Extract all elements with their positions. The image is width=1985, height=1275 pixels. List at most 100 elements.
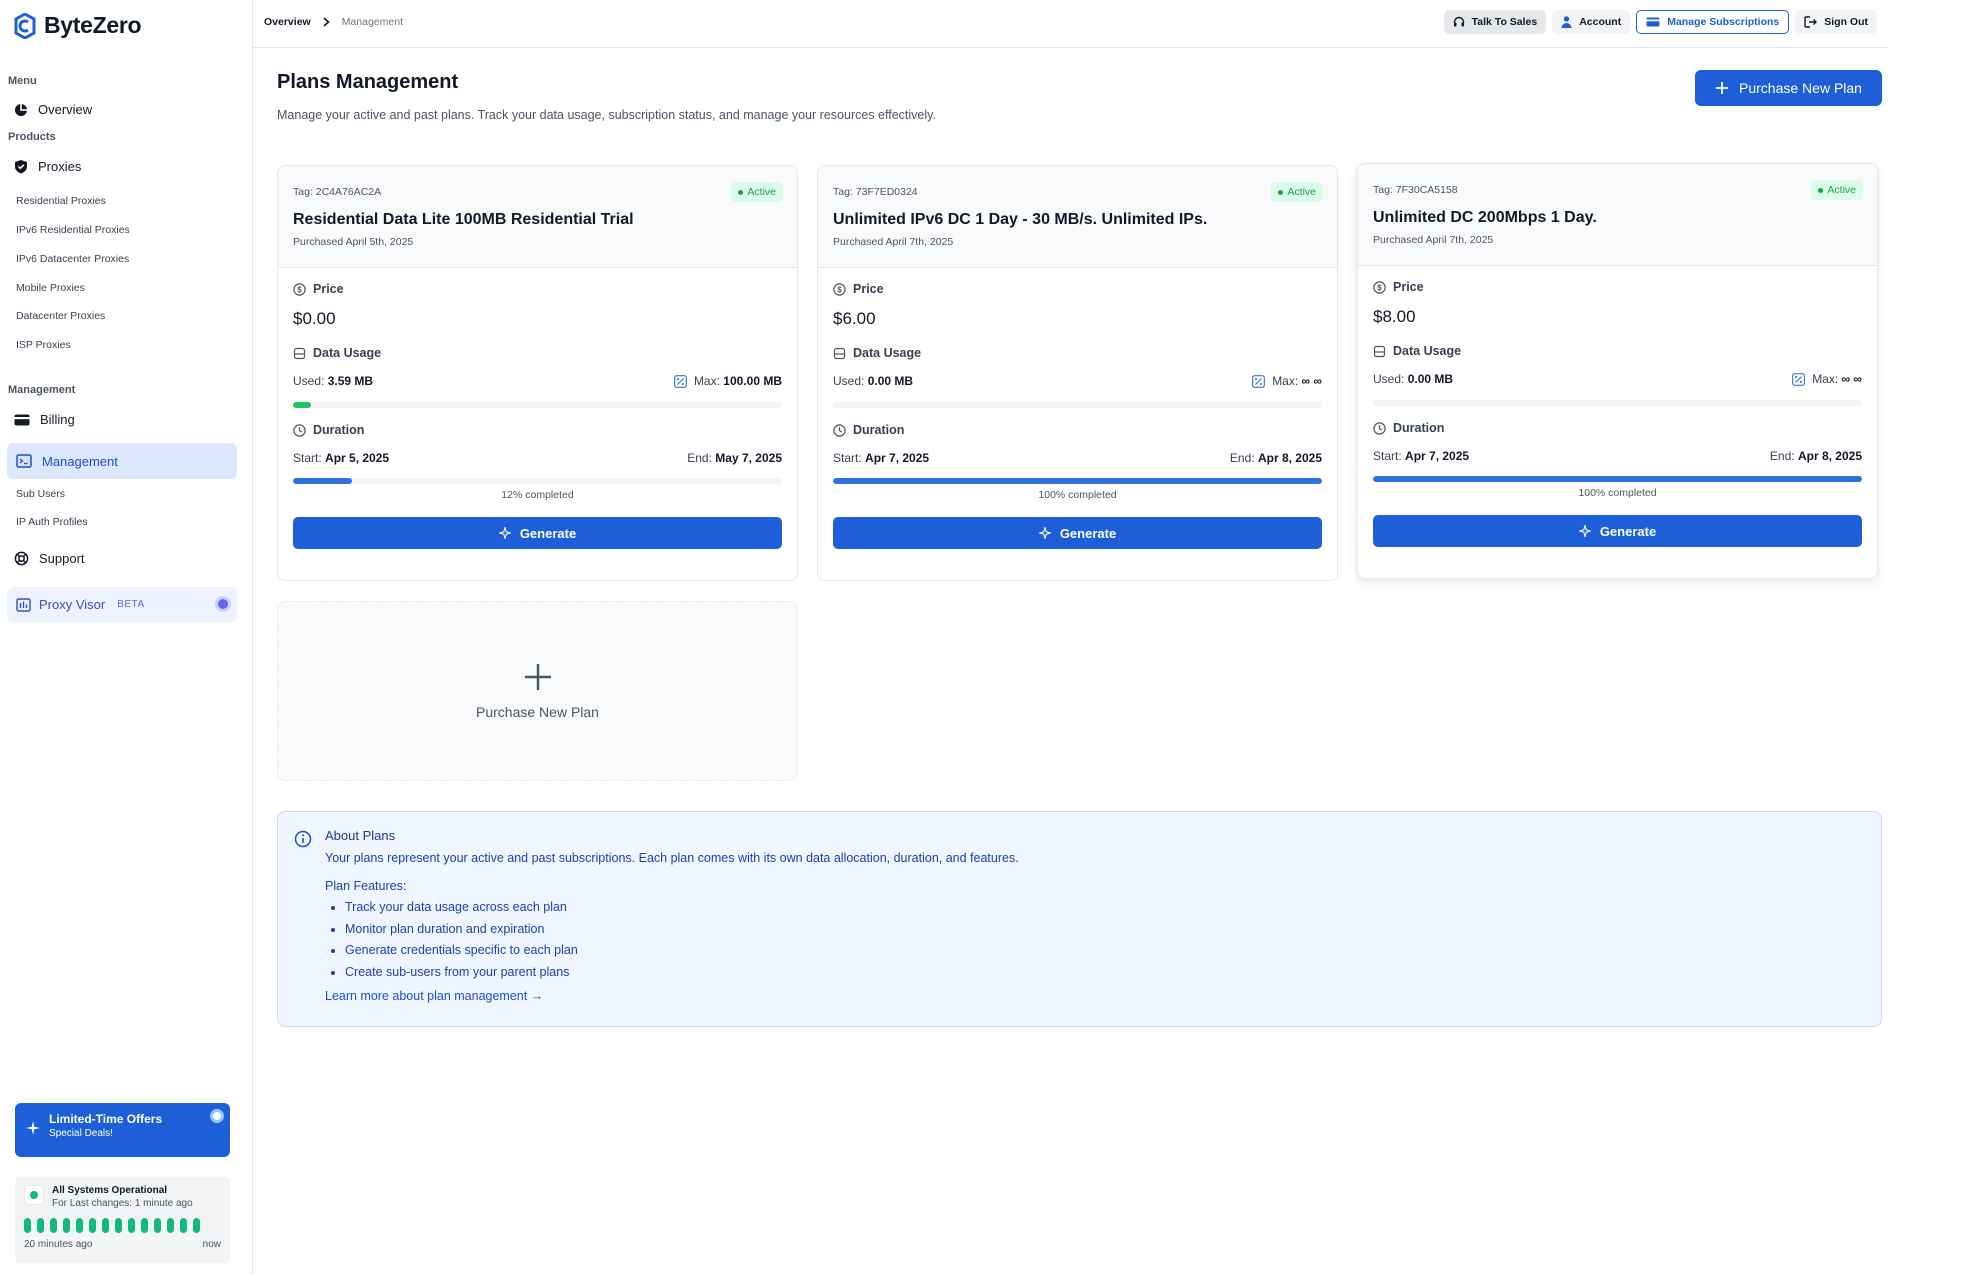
usage-progress-fill <box>293 402 311 408</box>
sidebar-item-label: Overview <box>38 102 93 117</box>
generate-label: Generate <box>1599 523 1657 539</box>
plan-price: $0.00 <box>293 309 336 328</box>
credit-card-icon <box>1646 17 1660 27</box>
top-actions: Talk To Sales Account Manage Subscriptio… <box>1443 10 1877 34</box>
duration-heading: Duration <box>833 423 904 437</box>
used-value: Used: 3.59 MB <box>293 374 373 388</box>
shield-icon <box>15 160 27 174</box>
talk-to-sales-label: Talk To Sales <box>1471 16 1538 28</box>
duration-progress-bar <box>293 478 782 484</box>
uptime-bar <box>167 1218 174 1233</box>
price-heading-label: Price <box>313 282 344 296</box>
generate-button[interactable]: Generate <box>1373 515 1862 547</box>
sparkle-icon <box>1578 525 1591 537</box>
end-label: End: <box>1769 449 1795 463</box>
percent-badge-icon <box>1792 372 1805 386</box>
purchase-new-plan-card[interactable]: Purchase New Plan <box>277 601 798 781</box>
duration-heading: Duration <box>293 423 364 437</box>
lifebuoy-icon <box>14 551 29 566</box>
status-badge-label: Active <box>1827 184 1856 196</box>
feature-item: Track your data usage across each plan <box>345 897 1019 919</box>
sidebar-item-label: Management <box>42 453 118 469</box>
plan-name: Unlimited DC 200Mbps 1 Day. <box>1373 209 1597 226</box>
sidebar-item-billing[interactable]: Billing <box>14 412 75 427</box>
percent-badge-icon <box>674 374 687 388</box>
plan-purchased-date: Purchased April 7th, 2025 <box>1373 234 1494 246</box>
status-dot <box>1278 189 1284 195</box>
duration-row: Start: Apr 7, 2025 End: Apr 8, 2025 <box>1373 449 1862 463</box>
uptime-bar <box>154 1218 161 1233</box>
sidebar-item-sub-users[interactable]: Sub Users <box>16 488 65 500</box>
completion-text: 100% completed <box>1038 489 1117 501</box>
learn-more-link[interactable]: Learn more about plan management → <box>325 989 1019 1003</box>
menu-section-label: Menu <box>8 75 37 87</box>
max-value: Max: ∞ ∞ <box>1252 374 1322 388</box>
plan-name: Unlimited IPv6 DC 1 Day - 30 MB/s. Unlim… <box>833 211 1208 228</box>
max-value: Max: ∞ ∞ <box>1792 372 1862 386</box>
talk-to-sales-button[interactable]: Talk To Sales <box>1443 10 1547 34</box>
uptime-bar <box>24 1218 31 1233</box>
plan-card-header: Tag: 2C4A76AC2A Active Residential Data … <box>278 166 797 268</box>
uptime-bar <box>76 1218 83 1233</box>
used-label: Used: <box>833 374 865 388</box>
sidebar-item-ipv6-residential-proxies[interactable]: IPv6 Residential Proxies <box>16 224 130 236</box>
sidebar-item-proxy-visor[interactable]: Proxy Visor BETA <box>7 587 237 622</box>
usage-progress-bar <box>833 402 1322 408</box>
start-date: Apr 7, 2025 <box>865 451 930 465</box>
manage-subscriptions-label: Manage Subscriptions <box>1667 16 1780 28</box>
plan-card: Tag: 2C4A76AC2A Active Residential Data … <box>277 165 798 581</box>
duration-heading-label: Duration <box>853 423 905 437</box>
duration-row: Start: Apr 5, 2025 End: May 7, 2025 <box>293 451 782 465</box>
page-title: Plans Management <box>277 71 459 93</box>
usage-row: Used: 0.00 MB Max: ∞ ∞ <box>1373 372 1862 386</box>
price-heading-label: Price <box>1393 280 1424 294</box>
pie-chart-icon <box>15 103 27 116</box>
feature-item: Create sub-users from your parent plans <box>345 962 1019 984</box>
status-to-label: now <box>202 1239 221 1250</box>
sidebar-item-isp-proxies[interactable]: ISP Proxies <box>16 339 71 351</box>
used-value: Used: 0.00 MB <box>833 374 913 388</box>
manage-subscriptions-button[interactable]: Manage Subscriptions <box>1636 10 1790 34</box>
sidebar-item-overview[interactable]: Overview <box>14 102 92 117</box>
status-from-label: 20 minutes ago <box>24 1239 93 1250</box>
sidebar-item-label: Billing <box>40 412 75 427</box>
sidebar-item-mobile-proxies[interactable]: Mobile Proxies <box>16 282 85 294</box>
status-subtitle: For Last changes: 1 minute ago <box>52 1198 193 1209</box>
sidebar-item-ipv6-datacenter-proxies[interactable]: IPv6 Datacenter Proxies <box>16 253 129 265</box>
brand-logo[interactable]: ByteZero <box>14 12 142 39</box>
sidebar-item-datacenter-proxies[interactable]: Datacenter Proxies <box>16 310 105 322</box>
breadcrumb: Overview Management <box>264 16 403 28</box>
end-label: End: <box>1229 451 1255 465</box>
start-label: Start: <box>1373 449 1402 463</box>
uptime-bar <box>63 1218 70 1233</box>
sidebar-item-support[interactable]: Support <box>14 551 85 566</box>
sidebar-item-ip-auth-profiles[interactable]: IP Auth Profiles <box>16 516 88 528</box>
duration-heading-label: Duration <box>313 423 365 437</box>
completion-text: 100% completed <box>1578 487 1657 499</box>
breadcrumb-overview[interactable]: Overview <box>264 16 311 28</box>
start-value: Start: Apr 5, 2025 <box>293 451 389 465</box>
limited-offer-banner[interactable]: Limited-Time Offers Special Deals! <box>15 1103 230 1157</box>
max-amount: ∞ ∞ <box>1301 374 1322 388</box>
generate-button[interactable]: Generate <box>833 517 1322 549</box>
sign-out-button[interactable]: Sign Out <box>1795 10 1877 34</box>
account-button[interactable]: Account <box>1552 10 1631 34</box>
duration-row: Start: Apr 7, 2025 End: Apr 8, 2025 <box>833 451 1322 465</box>
beta-badge: BETA <box>117 599 145 610</box>
bytezero-logo-icon <box>14 12 36 39</box>
end-date: Apr 8, 2025 <box>1797 449 1862 463</box>
sidebar-item-management[interactable]: Management <box>7 443 237 479</box>
sidebar-item-proxies[interactable]: Proxies <box>14 159 81 174</box>
purchase-new-plan-button[interactable]: Purchase New Plan <box>1695 70 1882 106</box>
notification-dot <box>218 599 228 609</box>
sidebar-item-residential-proxies[interactable]: Residential Proxies <box>16 195 106 207</box>
end-date: May 7, 2025 <box>715 451 782 465</box>
uptime-bar <box>89 1218 96 1233</box>
price-heading-label: Price <box>853 282 884 296</box>
plus-icon <box>524 664 551 690</box>
plan-tag: Tag: 2C4A76AC2A <box>293 186 382 198</box>
about-title: About Plans <box>325 828 396 843</box>
generate-button[interactable]: Generate <box>293 517 782 549</box>
plan-purchased-date: Purchased April 5th, 2025 <box>293 236 414 248</box>
plan-card-header: Tag: 7F30CA5158 Active Unlimited DC 200M… <box>1358 164 1877 266</box>
